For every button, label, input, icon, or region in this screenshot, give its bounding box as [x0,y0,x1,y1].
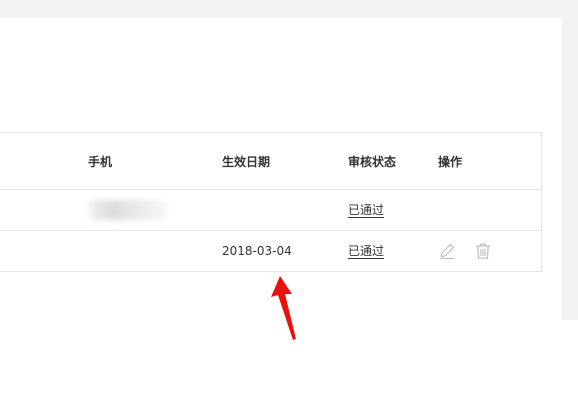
effective-date-cell: 2018-03-04 [222,243,292,258]
page: 手机 生效日期 审核状态 操作 已通过 2018-03-04 已通过 [0,0,578,405]
table-row[interactable]: 2018-03-04 已通过 [0,230,541,271]
phone-cell [88,189,166,230]
table-row[interactable]: 已通过 [0,189,541,231]
column-header-review-status[interactable]: 审核状态 [348,133,396,189]
top-band [0,0,578,18]
column-header-effective-date[interactable]: 生效日期 [222,133,270,189]
pencil-icon[interactable] [438,242,456,260]
review-status-text: 已通过 [348,203,385,217]
review-status-cell: 已通过 [348,189,384,230]
table-header-row: 手机 生效日期 审核状态 操作 [0,133,541,190]
trash-icon[interactable] [474,242,492,260]
data-table: 手机 生效日期 审核状态 操作 已通过 2018-03-04 已通过 [0,132,542,272]
column-header-actions: 操作 [438,154,463,169]
redacted-phone [88,199,166,220]
review-status-text: 已通过 [348,244,385,258]
actions-cell [438,230,492,271]
column-header-phone[interactable]: 手机 [88,133,112,189]
review-status-cell: 已通过 [348,230,384,271]
right-scroll-band [562,0,578,320]
